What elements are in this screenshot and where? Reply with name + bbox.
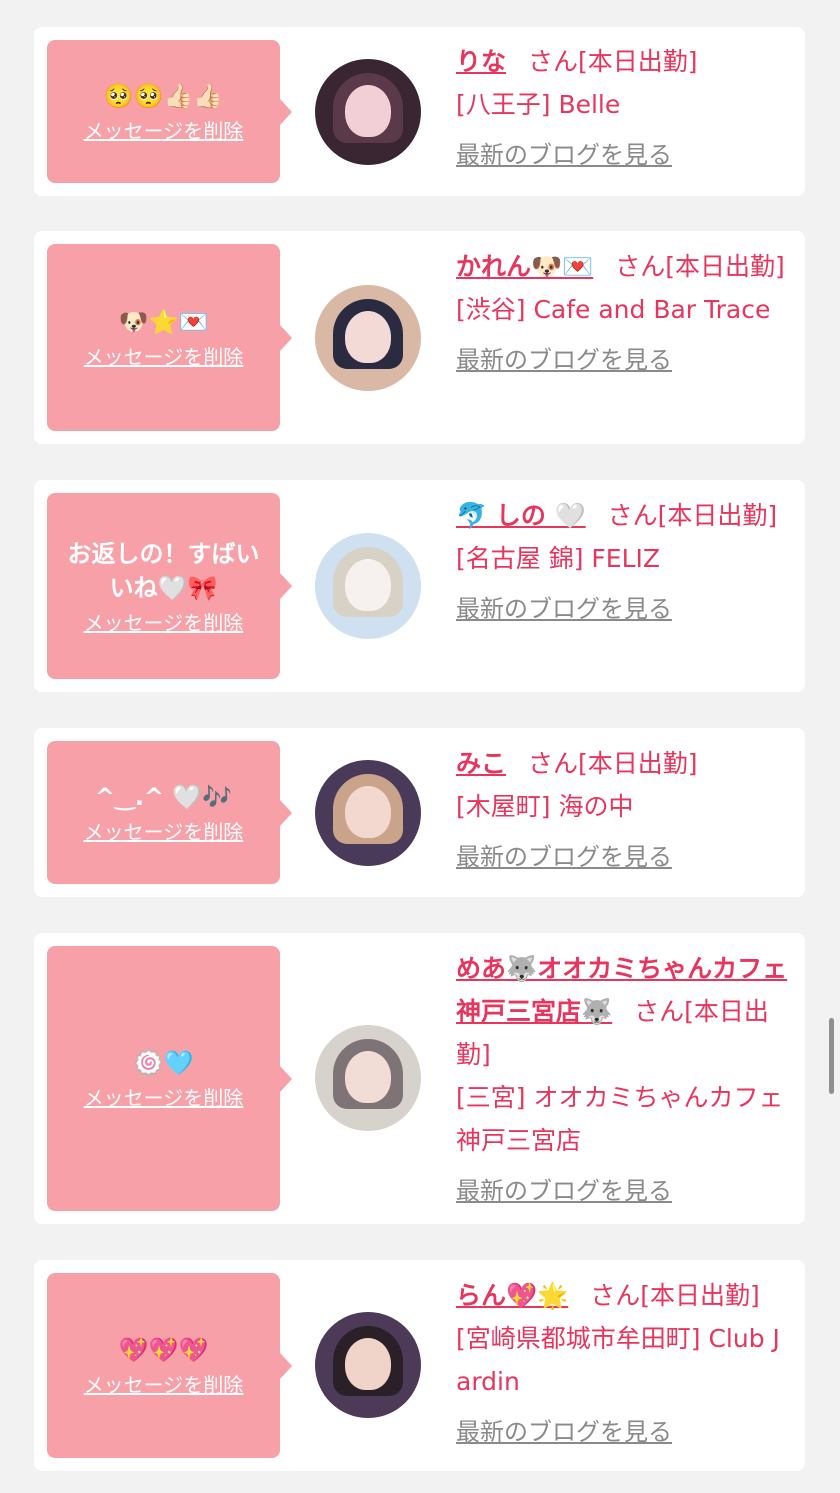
- cast-name-line: 🐬 しの 🤍 さん[本日出勤]: [456, 494, 791, 537]
- message-text: お返しの！すばいいね🤍🎀: [67, 539, 260, 602]
- cast-location: [三宮] オオカミちゃんカフェ神戸三宮店: [456, 1083, 784, 1155]
- cast-status: さん[本日出勤]: [615, 252, 785, 281]
- avatar[interactable]: [315, 1025, 421, 1131]
- latest-blog-link[interactable]: 最新のブログを見る: [456, 836, 672, 879]
- favorite-card: ^‿.^ 🤍🎶 メッセージを削除 みこ さん[本日出勤] [木屋町] 海の中 最新…: [34, 728, 805, 897]
- avatar-face: [345, 559, 391, 611]
- cast-name-line: かれん🐶💌 さん[本日出勤]: [456, 245, 791, 288]
- delete-message-link[interactable]: メッセージを削除: [84, 115, 244, 144]
- avatar[interactable]: [315, 285, 421, 391]
- delete-message-link[interactable]: メッセージを削除: [84, 607, 244, 636]
- cast-location: [名古屋 錦] FELIZ: [456, 544, 661, 573]
- avatar-face: [345, 311, 391, 363]
- cast-location: [渋谷] Cafe and Bar Trace: [456, 295, 771, 324]
- delete-message-link[interactable]: メッセージを削除: [84, 816, 244, 845]
- favorite-card: 🐶⭐💌 メッセージを削除 かれん🐶💌 さん[本日出勤] [渋谷] Cafe and…: [34, 231, 805, 444]
- avatar[interactable]: [315, 533, 421, 639]
- message-bubble: お返しの！すばいいね🤍🎀 メッセージを削除: [47, 493, 292, 679]
- avatar[interactable]: [315, 760, 421, 866]
- message-text: 🐶⭐💌: [118, 308, 209, 336]
- cast-name-link[interactable]: みこ: [456, 749, 506, 778]
- cast-info: みこ さん[本日出勤] [木屋町] 海の中 最新のブログを見る: [456, 742, 791, 879]
- cast-name-line: めあ🐺オオカミちゃんカフェ神戸三宮店🐺 さん[本日出勤]: [456, 947, 791, 1076]
- cast-name-link[interactable]: 🐬 しの 🤍: [456, 501, 586, 530]
- latest-blog-link[interactable]: 最新のブログを見る: [456, 1411, 672, 1454]
- message-text: 🍥🩵: [133, 1049, 194, 1077]
- cast-name-link[interactable]: かれん🐶💌: [456, 252, 593, 281]
- cast-location: [宮崎県都城市牟田町] Club Jardin: [456, 1324, 780, 1396]
- avatar-face: [345, 1051, 391, 1103]
- favorite-card: 🍥🩵 メッセージを削除 めあ🐺オオカミちゃんカフェ神戸三宮店🐺 さん[本日出勤] …: [34, 933, 805, 1224]
- message-text: 🥺🥺👍🏻👍🏻: [103, 82, 224, 110]
- message-bubble: 🍥🩵 メッセージを削除: [47, 946, 292, 1211]
- cast-info: かれん🐶💌 さん[本日出勤] [渋谷] Cafe and Bar Trace 最新…: [456, 245, 791, 382]
- message-text: 💖💖💖: [118, 1336, 209, 1364]
- message-bubble: 🥺🥺👍🏻👍🏻 メッセージを削除: [47, 40, 292, 183]
- cast-status: さん[本日出勤]: [528, 47, 698, 76]
- cast-name-line: みこ さん[本日出勤]: [456, 742, 791, 785]
- latest-blog-link[interactable]: 最新のブログを見る: [456, 134, 672, 177]
- avatar[interactable]: [315, 59, 421, 165]
- cast-location: [八王子] Belle: [456, 90, 621, 119]
- message-text: ^‿.^ 🤍🎶: [94, 783, 233, 811]
- message-bubble: 💖💖💖 メッセージを削除: [47, 1273, 292, 1458]
- cast-name-line: らん💖🌟 さん[本日出勤]: [456, 1274, 791, 1317]
- favorite-card: お返しの！すばいいね🤍🎀 メッセージを削除 🐬 しの 🤍 さん[本日出勤] [名古…: [34, 480, 805, 692]
- cast-info: らん💖🌟 さん[本日出勤] [宮崎県都城市牟田町] Club Jardin 最新の…: [456, 1274, 791, 1454]
- cast-status: さん[本日出勤]: [607, 501, 778, 530]
- cast-location: [木屋町] 海の中: [456, 792, 634, 821]
- cast-name-link[interactable]: らん💖🌟: [456, 1281, 568, 1310]
- delete-message-link[interactable]: メッセージを削除: [84, 1082, 244, 1111]
- avatar-face: [345, 786, 391, 838]
- avatar[interactable]: [315, 1312, 421, 1418]
- cast-status: さん[本日出勤]: [590, 1281, 760, 1310]
- cast-info: めあ🐺オオカミちゃんカフェ神戸三宮店🐺 さん[本日出勤] [三宮] オオカミちゃん…: [456, 947, 791, 1213]
- cast-status: さん[本日出勤]: [528, 749, 698, 778]
- delete-message-link[interactable]: メッセージを削除: [84, 1369, 244, 1398]
- message-bubble: 🐶⭐💌 メッセージを削除: [47, 244, 292, 431]
- latest-blog-link[interactable]: 最新のブログを見る: [456, 588, 672, 631]
- latest-blog-link[interactable]: 最新のブログを見る: [456, 1170, 672, 1213]
- cast-name-link[interactable]: りな: [456, 47, 506, 76]
- favorite-card: 💖💖💖 メッセージを削除 らん💖🌟 さん[本日出勤] [宮崎県都城市牟田町] Cl…: [34, 1260, 805, 1471]
- avatar-face: [345, 85, 391, 137]
- message-bubble: ^‿.^ 🤍🎶 メッセージを削除: [47, 741, 292, 884]
- delete-message-link[interactable]: メッセージを削除: [84, 341, 244, 370]
- cast-name-line: りな さん[本日出勤]: [456, 40, 791, 83]
- favorite-card: 🥺🥺👍🏻👍🏻 メッセージを削除 りな さん[本日出勤] [八王子] Belle 最…: [34, 27, 805, 196]
- avatar-face: [345, 1338, 391, 1390]
- cast-info: 🐬 しの 🤍 さん[本日出勤] [名古屋 錦] FELIZ 最新のブログを見る: [456, 494, 791, 631]
- scrollbar[interactable]: [829, 1018, 834, 1094]
- latest-blog-link[interactable]: 最新のブログを見る: [456, 339, 672, 382]
- cast-info: りな さん[本日出勤] [八王子] Belle 最新のブログを見る: [456, 40, 791, 177]
